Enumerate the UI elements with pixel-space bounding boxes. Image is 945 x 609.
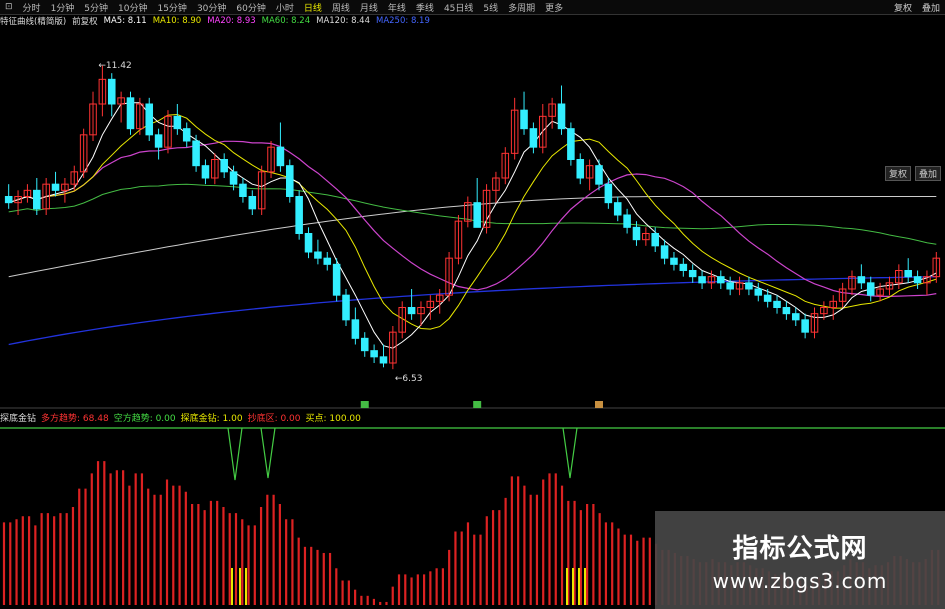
candle-body xyxy=(623,214,631,228)
candle-body xyxy=(632,226,641,241)
candle-body xyxy=(904,270,912,278)
candle-body xyxy=(520,109,528,130)
candle-body xyxy=(248,196,257,210)
candle-body xyxy=(126,97,135,130)
ma250-line xyxy=(8,276,937,346)
candle-body xyxy=(726,282,734,290)
candle-body xyxy=(613,202,622,216)
signal-marker xyxy=(594,401,603,408)
candle-body xyxy=(220,159,228,173)
ma120-line xyxy=(8,196,937,278)
candle-body xyxy=(201,165,210,179)
candle-body xyxy=(913,276,922,284)
candle-body xyxy=(351,319,360,339)
candle-body xyxy=(567,128,575,161)
candle-body xyxy=(801,319,809,333)
candle-body xyxy=(332,263,341,296)
watermark: 指标公式网 www.zbgs3.com xyxy=(655,511,945,609)
candle-body xyxy=(791,313,800,321)
candle-body xyxy=(557,103,566,130)
candle-body xyxy=(154,134,163,148)
candle-body xyxy=(857,276,866,284)
candle-body xyxy=(717,276,725,284)
candle-body xyxy=(698,276,706,284)
candle-body xyxy=(192,140,200,167)
ma10-line xyxy=(8,113,937,330)
signal-marker xyxy=(473,401,482,408)
ma5-line xyxy=(8,102,937,349)
ma20-line xyxy=(8,140,937,297)
candle-body xyxy=(866,282,875,296)
candle-body xyxy=(173,115,182,130)
candle-body xyxy=(679,263,688,272)
candle-body xyxy=(576,159,585,179)
candle-body xyxy=(145,103,154,136)
candle-body xyxy=(688,270,697,278)
candle-body xyxy=(370,350,378,358)
watermark-url: www.zbgs3.com xyxy=(712,568,888,593)
ma60-line xyxy=(8,183,937,245)
candle-body xyxy=(342,294,350,321)
candle-body xyxy=(107,78,116,105)
candle-body xyxy=(763,294,772,302)
candle-body xyxy=(304,233,313,253)
candle-body xyxy=(33,189,41,210)
candle-body xyxy=(295,196,303,234)
candle-body xyxy=(4,196,13,204)
candle-body xyxy=(595,165,603,185)
candle-body xyxy=(670,257,678,265)
watermark-title: 指标公式网 xyxy=(732,533,868,564)
high-price-label: ←11.42 xyxy=(98,61,131,71)
candle-body xyxy=(745,282,753,290)
topline-dip xyxy=(260,427,276,479)
topline-dip xyxy=(227,427,243,481)
candle-body xyxy=(473,202,481,228)
candle-body xyxy=(782,307,791,315)
signal-marker xyxy=(360,401,369,408)
candle-body xyxy=(529,128,538,148)
candle-body xyxy=(323,257,332,265)
candle-body xyxy=(651,233,659,247)
candle-body xyxy=(773,300,781,309)
candle-body xyxy=(182,128,191,142)
candle-body xyxy=(276,146,285,167)
candle-body xyxy=(407,307,416,315)
candle-body xyxy=(286,165,294,198)
candle-body xyxy=(229,171,238,185)
candle-body xyxy=(314,251,322,259)
topline-dip xyxy=(562,427,578,479)
candle-body xyxy=(239,183,247,198)
low-price-label: ←6.53 xyxy=(395,374,423,384)
candle-body xyxy=(51,183,60,191)
candle-body xyxy=(660,245,669,259)
candle-body xyxy=(360,337,369,352)
candle-body xyxy=(754,288,763,296)
candle-body xyxy=(604,183,613,204)
candle-body xyxy=(379,356,388,364)
